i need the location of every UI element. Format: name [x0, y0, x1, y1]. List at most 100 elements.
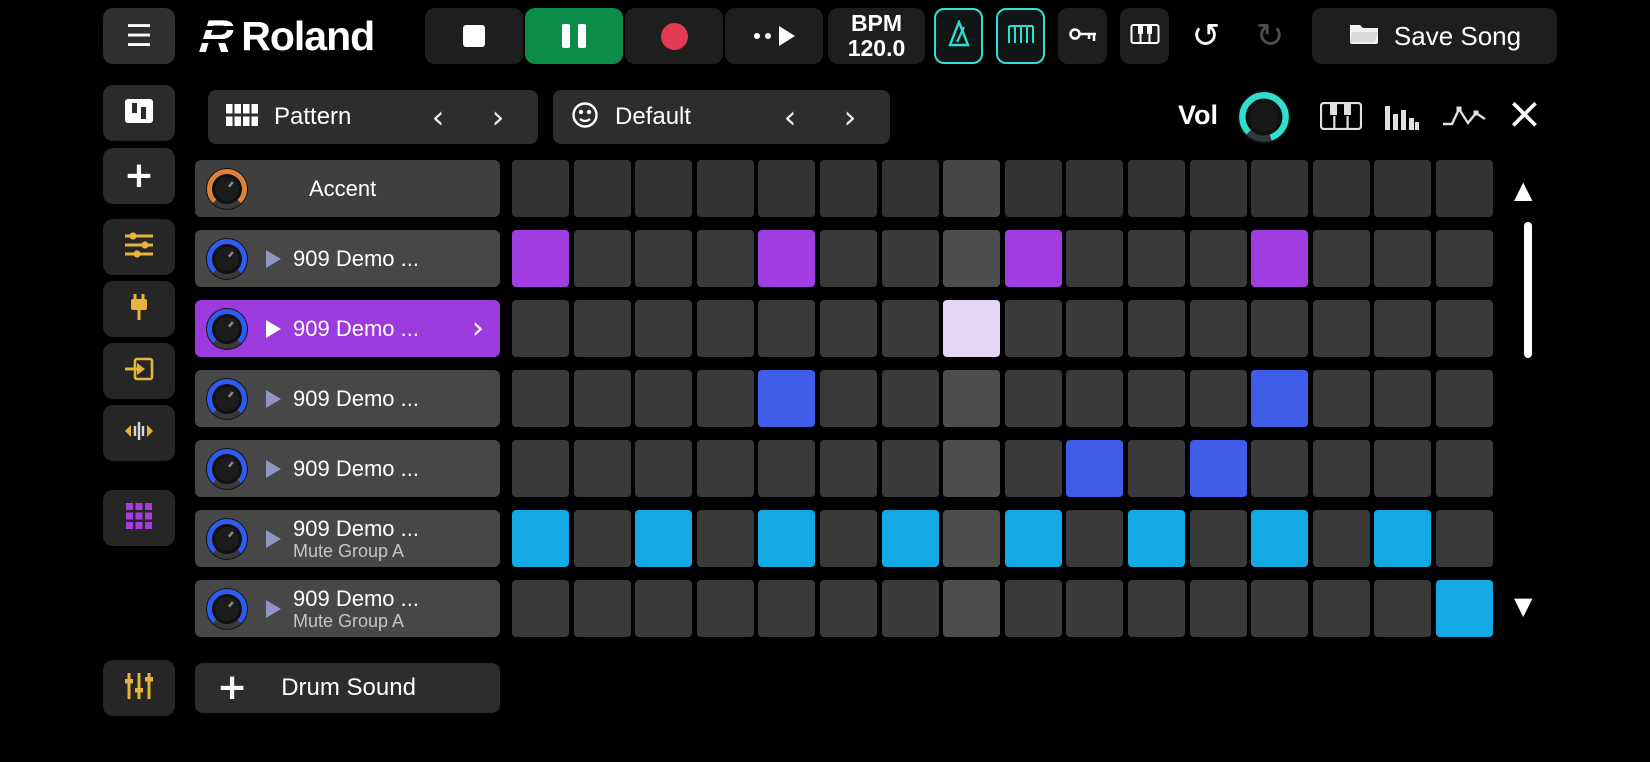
- play-icon[interactable]: [266, 599, 281, 618]
- step-cell[interactable]: [1374, 580, 1431, 637]
- step-cell[interactable]: [1066, 580, 1123, 637]
- scroll-up-icon[interactable]: ▲: [1514, 176, 1532, 204]
- step-cell[interactable]: [574, 440, 631, 497]
- track-label[interactable]: 909 Demo ...: [195, 230, 500, 287]
- step-cell[interactable]: [1313, 370, 1370, 427]
- step-cell[interactable]: [1190, 230, 1247, 287]
- step-cell[interactable]: [758, 230, 815, 287]
- step-cell[interactable]: [1066, 510, 1123, 567]
- scroll-thumb[interactable]: [1524, 222, 1532, 358]
- step-cell[interactable]: [1436, 370, 1493, 427]
- step-cell[interactable]: [1436, 300, 1493, 357]
- step-cell[interactable]: [943, 440, 1000, 497]
- play-icon[interactable]: [266, 529, 281, 548]
- step-cell[interactable]: [1005, 510, 1062, 567]
- knob[interactable]: [205, 307, 249, 351]
- track-label[interactable]: Accent: [195, 160, 500, 217]
- step-cell[interactable]: [1190, 160, 1247, 217]
- track-label[interactable]: 909 Demo ... Mute Group A: [195, 510, 500, 567]
- step-cell[interactable]: [574, 230, 631, 287]
- step-cell[interactable]: [882, 370, 939, 427]
- step-cell[interactable]: [697, 300, 754, 357]
- step-cell[interactable]: [574, 300, 631, 357]
- step-cell[interactable]: [1436, 580, 1493, 637]
- step-cell[interactable]: [943, 580, 1000, 637]
- step-cell[interactable]: [1005, 230, 1062, 287]
- step-cell[interactable]: [1190, 510, 1247, 567]
- step-cell[interactable]: [758, 160, 815, 217]
- step-cell[interactable]: [697, 230, 754, 287]
- step-cell[interactable]: [512, 370, 569, 427]
- step-cell[interactable]: [635, 230, 692, 287]
- step-cell[interactable]: [882, 440, 939, 497]
- step-cell[interactable]: [758, 510, 815, 567]
- step-cell[interactable]: [1313, 300, 1370, 357]
- step-cell[interactable]: [697, 370, 754, 427]
- step-cell[interactable]: [1436, 440, 1493, 497]
- track-label[interactable]: 909 Demo ...: [195, 440, 500, 497]
- step-cell[interactable]: [635, 300, 692, 357]
- step-cell[interactable]: [758, 370, 815, 427]
- step-cell[interactable]: [512, 580, 569, 637]
- step-cell[interactable]: [758, 580, 815, 637]
- play-icon[interactable]: [266, 459, 281, 478]
- step-cell[interactable]: [1251, 580, 1308, 637]
- step-cell[interactable]: [1251, 510, 1308, 567]
- step-cell[interactable]: [1066, 370, 1123, 427]
- step-cell[interactable]: [882, 230, 939, 287]
- step-cell[interactable]: [574, 580, 631, 637]
- play-icon[interactable]: [266, 249, 281, 268]
- step-cell[interactable]: [1005, 300, 1062, 357]
- play-icon[interactable]: [266, 319, 281, 338]
- step-cell[interactable]: [1374, 160, 1431, 217]
- step-cell[interactable]: [1128, 510, 1185, 567]
- step-cell[interactable]: [820, 300, 877, 357]
- step-cell[interactable]: [1313, 580, 1370, 637]
- add-drum-sound-button[interactable]: + Drum Sound: [195, 663, 500, 713]
- step-cell[interactable]: [1251, 300, 1308, 357]
- step-cell[interactable]: [1313, 510, 1370, 567]
- step-cell[interactable]: [943, 230, 1000, 287]
- knob[interactable]: [205, 447, 249, 491]
- step-cell[interactable]: [512, 300, 569, 357]
- step-cell[interactable]: [882, 580, 939, 637]
- step-cell[interactable]: [1005, 440, 1062, 497]
- step-cell[interactable]: [943, 370, 1000, 427]
- step-cell[interactable]: [1251, 230, 1308, 287]
- step-cell[interactable]: [1128, 440, 1185, 497]
- knob[interactable]: [205, 377, 249, 421]
- step-cell[interactable]: [1066, 160, 1123, 217]
- knob[interactable]: [205, 517, 249, 561]
- step-cell[interactable]: [635, 160, 692, 217]
- step-cell[interactable]: [820, 370, 877, 427]
- knob[interactable]: [205, 237, 249, 281]
- step-cell[interactable]: [1066, 230, 1123, 287]
- step-cell[interactable]: [635, 510, 692, 567]
- step-cell[interactable]: [512, 510, 569, 567]
- step-cell[interactable]: [820, 440, 877, 497]
- step-cell[interactable]: [1436, 160, 1493, 217]
- step-cell[interactable]: [1128, 160, 1185, 217]
- step-cell[interactable]: [1190, 440, 1247, 497]
- track-label[interactable]: 909 Demo ... ›: [195, 300, 500, 357]
- track-label[interactable]: 909 Demo ... Mute Group A: [195, 580, 500, 637]
- step-cell[interactable]: [635, 370, 692, 427]
- step-cell[interactable]: [697, 510, 754, 567]
- step-cell[interactable]: [1005, 580, 1062, 637]
- step-cell[interactable]: [1005, 370, 1062, 427]
- step-cell[interactable]: [574, 370, 631, 427]
- track-label[interactable]: 909 Demo ...: [195, 370, 500, 427]
- play-icon[interactable]: [266, 389, 281, 408]
- step-cell[interactable]: [1251, 370, 1308, 427]
- step-cell[interactable]: [1374, 230, 1431, 287]
- step-cell[interactable]: [1128, 580, 1185, 637]
- scroll-down-icon[interactable]: ▼: [1514, 592, 1532, 620]
- knob[interactable]: [205, 167, 249, 211]
- step-cell[interactable]: [1190, 580, 1247, 637]
- step-cell[interactable]: [1066, 300, 1123, 357]
- step-cell[interactable]: [820, 580, 877, 637]
- step-cell[interactable]: [882, 300, 939, 357]
- knob[interactable]: [205, 587, 249, 631]
- step-cell[interactable]: [574, 160, 631, 217]
- step-cell[interactable]: [512, 440, 569, 497]
